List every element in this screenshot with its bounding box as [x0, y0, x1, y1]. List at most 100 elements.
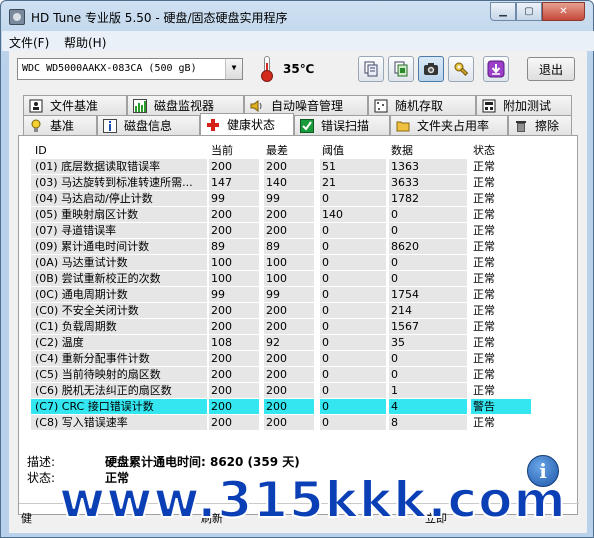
tab-label: 随机存取 [395, 99, 444, 113]
menu-file[interactable]: 文件(F) [9, 34, 49, 51]
current-cell: 108 [209, 335, 259, 350]
table-row[interactable]: (07) 寻道错误率 200 200 0 0 正常 [31, 223, 553, 239]
status-cell: 正常 [473, 320, 495, 333]
save-button[interactable] [483, 56, 509, 82]
maximize-button[interactable]: ▢ [516, 2, 542, 21]
copy-text-button[interactable] [358, 56, 384, 82]
column-header-worst[interactable]: 最差 [264, 143, 314, 158]
current-cell: 200 [209, 415, 259, 430]
menu-help[interactable]: 帮助(H) [64, 34, 106, 51]
tab-label: 擦除 [535, 119, 560, 133]
table-row[interactable]: (05) 重映射扇区计数 200 200 140 0 正常 [31, 207, 553, 223]
table-row[interactable]: (C2) 温度 108 92 0 35 正常 [31, 335, 553, 351]
table-row[interactable]: (0A) 马达重试计数 100 100 0 0 正常 [31, 255, 553, 271]
table-row[interactable]: (03) 马达旋转到标准转速所需... 147 140 21 3633 正常 [31, 175, 553, 191]
worst-cell: 200 [264, 351, 314, 366]
column-header-id[interactable]: ID [31, 143, 207, 158]
disk-info-icon [102, 118, 118, 134]
tab-label: 自动噪音管理 [271, 99, 344, 113]
table-row[interactable]: (C6) 脱机无法纠正的扇区数 200 200 0 1 正常 [31, 383, 553, 399]
data-cell: 1363 [389, 159, 467, 174]
tab-folder-usage[interactable]: 文件夹占用率 [390, 115, 508, 135]
tab-error-scan[interactable]: 错误扫描 [294, 115, 390, 135]
column-header-status[interactable]: 状态 [471, 143, 531, 158]
threshold-cell: 0 [320, 367, 386, 382]
current-cell: 200 [209, 319, 259, 334]
table-row[interactable]: (C8) 写入错误速率 200 200 0 8 正常 [31, 415, 553, 431]
threshold-cell: 0 [320, 239, 386, 254]
worst-cell: 99 [264, 191, 314, 206]
attribute-name-cell: (C8) 写入错误速率 [31, 415, 207, 430]
tab-disk-monitor[interactable]: 磁盘监视器 [127, 95, 244, 115]
status-cell: 正常 [473, 288, 495, 301]
threshold-cell: 0 [320, 287, 386, 302]
options-button[interactable] [448, 56, 474, 82]
drive-select[interactable]: WDC WD5000AAKX-083CA (500 gB) ▼ [17, 58, 243, 80]
table-row[interactable]: (01) 底层数据读取错误率 200 200 51 1363 正常 [31, 159, 553, 175]
chevron-down-icon[interactable]: ▼ [225, 59, 242, 79]
threshold-cell: 51 [320, 159, 386, 174]
table-row[interactable]: (C5) 当前待映射的扇区数 200 200 0 0 正常 [31, 367, 553, 383]
tab-health[interactable]: 健康状态 [200, 113, 294, 135]
table-row[interactable]: (C1) 负载周期数 200 200 0 1567 正常 [31, 319, 553, 335]
table-row[interactable]: (C0) 不安全关闭计数 200 200 0 214 正常 [31, 303, 553, 319]
threshold-cell: 0 [320, 399, 386, 414]
temperature-readout: 35℃ [283, 62, 315, 76]
threshold-cell: 21 [320, 175, 386, 190]
tab-disk-info[interactable]: 磁盘信息 [97, 115, 200, 135]
random-access-icon [373, 98, 389, 114]
watermark-text: www.315kkk.com [58, 470, 567, 530]
copy-text-icon [364, 61, 378, 77]
table-row[interactable]: (0C) 通电周期计数 99 99 0 1754 正常 [31, 287, 553, 303]
threshold-cell: 0 [320, 271, 386, 286]
threshold-cell: 0 [320, 303, 386, 318]
minimize-icon: ▁ [499, 6, 507, 17]
close-button[interactable]: ✕ [542, 2, 585, 21]
attribute-name-cell: (C7) CRC 接口错误计数 [31, 399, 207, 414]
data-cell: 8 [389, 415, 467, 430]
table-row[interactable]: (04) 马达启动/停止计数 99 99 0 1782 正常 [31, 191, 553, 207]
title-bar[interactable]: HD Tune 专业版 5.50 - 硬盘/固态硬盘实用程序 ▁ ▢ ✕ [1, 1, 593, 31]
attribute-name-cell: (0A) 马达重试计数 [31, 255, 207, 270]
copy-screenshot-button[interactable] [388, 56, 414, 82]
exit-button[interactable]: 退出 [527, 57, 575, 81]
data-cell: 1782 [389, 191, 467, 206]
table-row[interactable]: (0B) 尝试重新校正的次数 100 100 0 0 正常 [31, 271, 553, 287]
attribute-name-cell: (03) 马达旋转到标准转速所需... [31, 175, 207, 190]
description-value: 硬盘累计通电时间: 8620 (359 天) [105, 455, 300, 469]
current-cell: 200 [209, 367, 259, 382]
worst-cell: 200 [264, 383, 314, 398]
table-row[interactable]: (C7) CRC 接口错误计数 200 200 0 4 警告 [31, 399, 553, 415]
tab-noise-management[interactable]: 自动噪音管理 [244, 95, 368, 115]
tab-random-access[interactable]: 随机存取 [368, 95, 476, 115]
data-cell: 1 [389, 383, 467, 398]
current-cell: 200 [209, 383, 259, 398]
screenshot-button[interactable] [418, 56, 444, 82]
disk-monitor-icon [132, 98, 148, 114]
tab-benchmark[interactable]: 基准 [23, 115, 97, 135]
tab-erase[interactable]: 擦除 [508, 115, 572, 135]
status-cell: 正常 [473, 352, 495, 365]
column-header-threshold[interactable]: 阈值 [320, 143, 386, 158]
status-cell: 正常 [473, 160, 495, 173]
health-cross-icon [205, 117, 221, 133]
client-area: WDC WD5000AAKX-083CA (500 gB) ▼ 35℃ 退出 文… [9, 51, 587, 533]
current-cell: 200 [209, 223, 259, 238]
table-row[interactable]: (09) 累计通电时间计数 89 89 0 8620 正常 [31, 239, 553, 255]
current-cell: 89 [209, 239, 259, 254]
status-cell: 正常 [473, 176, 495, 189]
maximize-icon: ▢ [524, 6, 534, 17]
column-header-data[interactable]: 数据 [389, 143, 467, 158]
column-header-current[interactable]: 当前 [209, 143, 259, 158]
table-row[interactable]: (C4) 重新分配事件计数 200 200 0 0 正常 [31, 351, 553, 367]
thermometer-icon [258, 56, 276, 82]
minimize-button[interactable]: ▁ [490, 2, 516, 21]
tab-label: 错误扫描 [321, 119, 370, 133]
drive-select-value: WDC WD5000AAKX-083CA (500 gB) [22, 63, 197, 74]
speaker-icon [249, 98, 265, 114]
threshold-cell: 0 [320, 415, 386, 430]
tab-file-benchmark[interactable]: 文件基准 [23, 95, 127, 115]
status-cell: 正常 [473, 256, 495, 269]
worst-cell: 200 [264, 159, 314, 174]
tab-extra-tests[interactable]: 附加测试 [476, 95, 572, 115]
